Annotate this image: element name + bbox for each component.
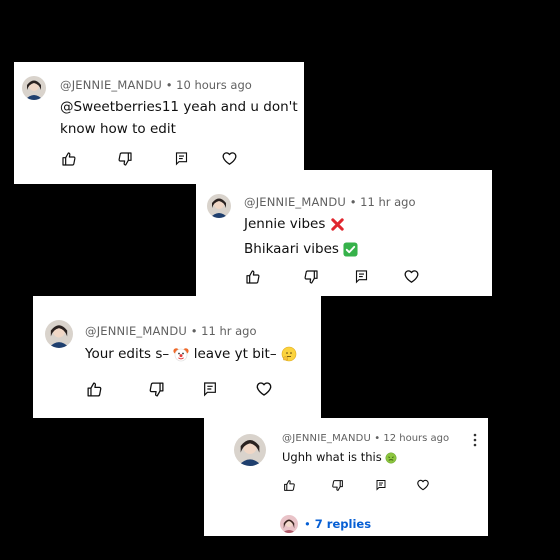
author-handle[interactable]: @JENNIE_MANDU [244, 195, 346, 209]
thumbs-down-icon [304, 269, 318, 284]
reply-icon [376, 480, 386, 491]
more-vertical-icon [473, 433, 477, 447]
comment-card: @JENNIE_MANDU • 11 hr ago Jennie vibes B… [196, 170, 492, 296]
comment-meta: @JENNIE_MANDU • 11 hr ago [85, 324, 257, 338]
avatar[interactable] [207, 194, 231, 218]
heart-button[interactable] [220, 150, 238, 167]
clown-face-emoji-icon [173, 348, 190, 362]
comment-actions [244, 268, 420, 285]
heart-icon [256, 382, 272, 396]
separator-dot: • [190, 324, 198, 338]
avatar[interactable] [45, 320, 73, 348]
peeking-face-emoji-icon [281, 346, 297, 362]
check-mark-emoji-icon [343, 241, 358, 257]
comment-meta: @JENNIE_MANDU • 11 hr ago [244, 195, 416, 209]
author-handle[interactable]: @JENNIE_MANDU [85, 324, 187, 338]
dislike-button[interactable] [147, 381, 165, 398]
like-button[interactable] [85, 381, 103, 398]
comment-line-text: Jennie vibes [244, 216, 326, 232]
timestamp[interactable]: 12 hours ago [383, 433, 449, 444]
dislike-button[interactable] [330, 479, 344, 492]
comment-text: Jennie vibes Bhikaari vibes [244, 212, 358, 262]
comment-line: @Sweetberries11 yeah and u don't [60, 99, 298, 115]
comment-card: @JENNIE_MANDU • 10 hours ago @Sweetberri… [14, 62, 304, 184]
nauseated-face-emoji-icon [385, 452, 397, 463]
reply-button[interactable] [374, 479, 388, 491]
like-button[interactable] [282, 479, 296, 492]
reply-icon [204, 382, 216, 397]
dislike-button[interactable] [116, 151, 134, 167]
reply-avatar [280, 515, 298, 533]
avatar[interactable] [234, 434, 266, 466]
cross-mark-emoji-icon [331, 217, 344, 231]
thumbs-down-icon [331, 479, 343, 491]
comment-line: Bhikaari vibes [244, 237, 358, 262]
timestamp[interactable]: 11 hr ago [360, 195, 415, 209]
comment-line-text: Bhikaari vibes [244, 241, 339, 257]
comment-card: @JENNIE_MANDU • 12 hours ago Ughh what i… [204, 418, 488, 536]
heart-icon [417, 479, 429, 491]
comment-text: Your edits s– leave yt bit– [85, 344, 297, 364]
heart-button[interactable] [402, 268, 420, 285]
separator-dot: • [165, 78, 173, 92]
comment-actions [85, 380, 273, 398]
like-button[interactable] [244, 269, 262, 285]
reply-icon [175, 152, 187, 166]
separator-dot: • [374, 433, 381, 444]
separator-dot: • [349, 195, 357, 209]
comment-text: Ughh what is this [282, 449, 397, 465]
thumbs-down-icon [149, 381, 164, 397]
reply-button[interactable] [352, 269, 370, 284]
thumbs-up-icon [246, 269, 260, 284]
comment-actions [60, 150, 238, 167]
thumbs-up-icon [283, 479, 295, 491]
heart-icon [404, 270, 418, 283]
comment-meta: @JENNIE_MANDU • 12 hours ago [282, 433, 449, 444]
thumbs-up-icon [62, 151, 76, 166]
comment-text: @Sweetberries11 yeah and u don't know ho… [60, 96, 298, 140]
replies-dot: • [304, 517, 311, 531]
reply-button[interactable] [201, 381, 219, 397]
comment-meta: @JENNIE_MANDU • 10 hours ago [60, 78, 252, 92]
comment-line: Jennie vibes [244, 212, 358, 237]
timestamp[interactable]: 10 hours ago [176, 78, 252, 92]
heart-button[interactable] [255, 380, 273, 398]
thumbs-down-icon [118, 151, 132, 166]
comment-card: @JENNIE_MANDU • 11 hr ago Your edits s– … [33, 296, 321, 418]
comment-line: know how to edit [60, 121, 176, 137]
heart-button[interactable] [416, 478, 430, 492]
thumbs-up-icon [86, 381, 101, 397]
comment-text-part: Your edits s– [85, 346, 170, 362]
view-replies-button[interactable]: • 7 replies [280, 515, 371, 533]
heart-icon [222, 152, 236, 165]
comment-actions [282, 478, 430, 492]
avatar[interactable] [22, 76, 46, 100]
comment-text-part: leave yt bit– [193, 346, 277, 362]
reply-button[interactable] [172, 151, 190, 166]
reply-icon [355, 270, 367, 284]
replies-count[interactable]: 7 replies [315, 517, 371, 531]
more-options-button[interactable] [472, 432, 478, 451]
comment-text-part: Ughh what is this [282, 450, 382, 464]
timestamp[interactable]: 11 hr ago [201, 324, 256, 338]
author-handle[interactable]: @JENNIE_MANDU [282, 433, 371, 444]
dislike-button[interactable] [302, 269, 320, 285]
like-button[interactable] [60, 151, 78, 167]
author-handle[interactable]: @JENNIE_MANDU [60, 78, 162, 92]
